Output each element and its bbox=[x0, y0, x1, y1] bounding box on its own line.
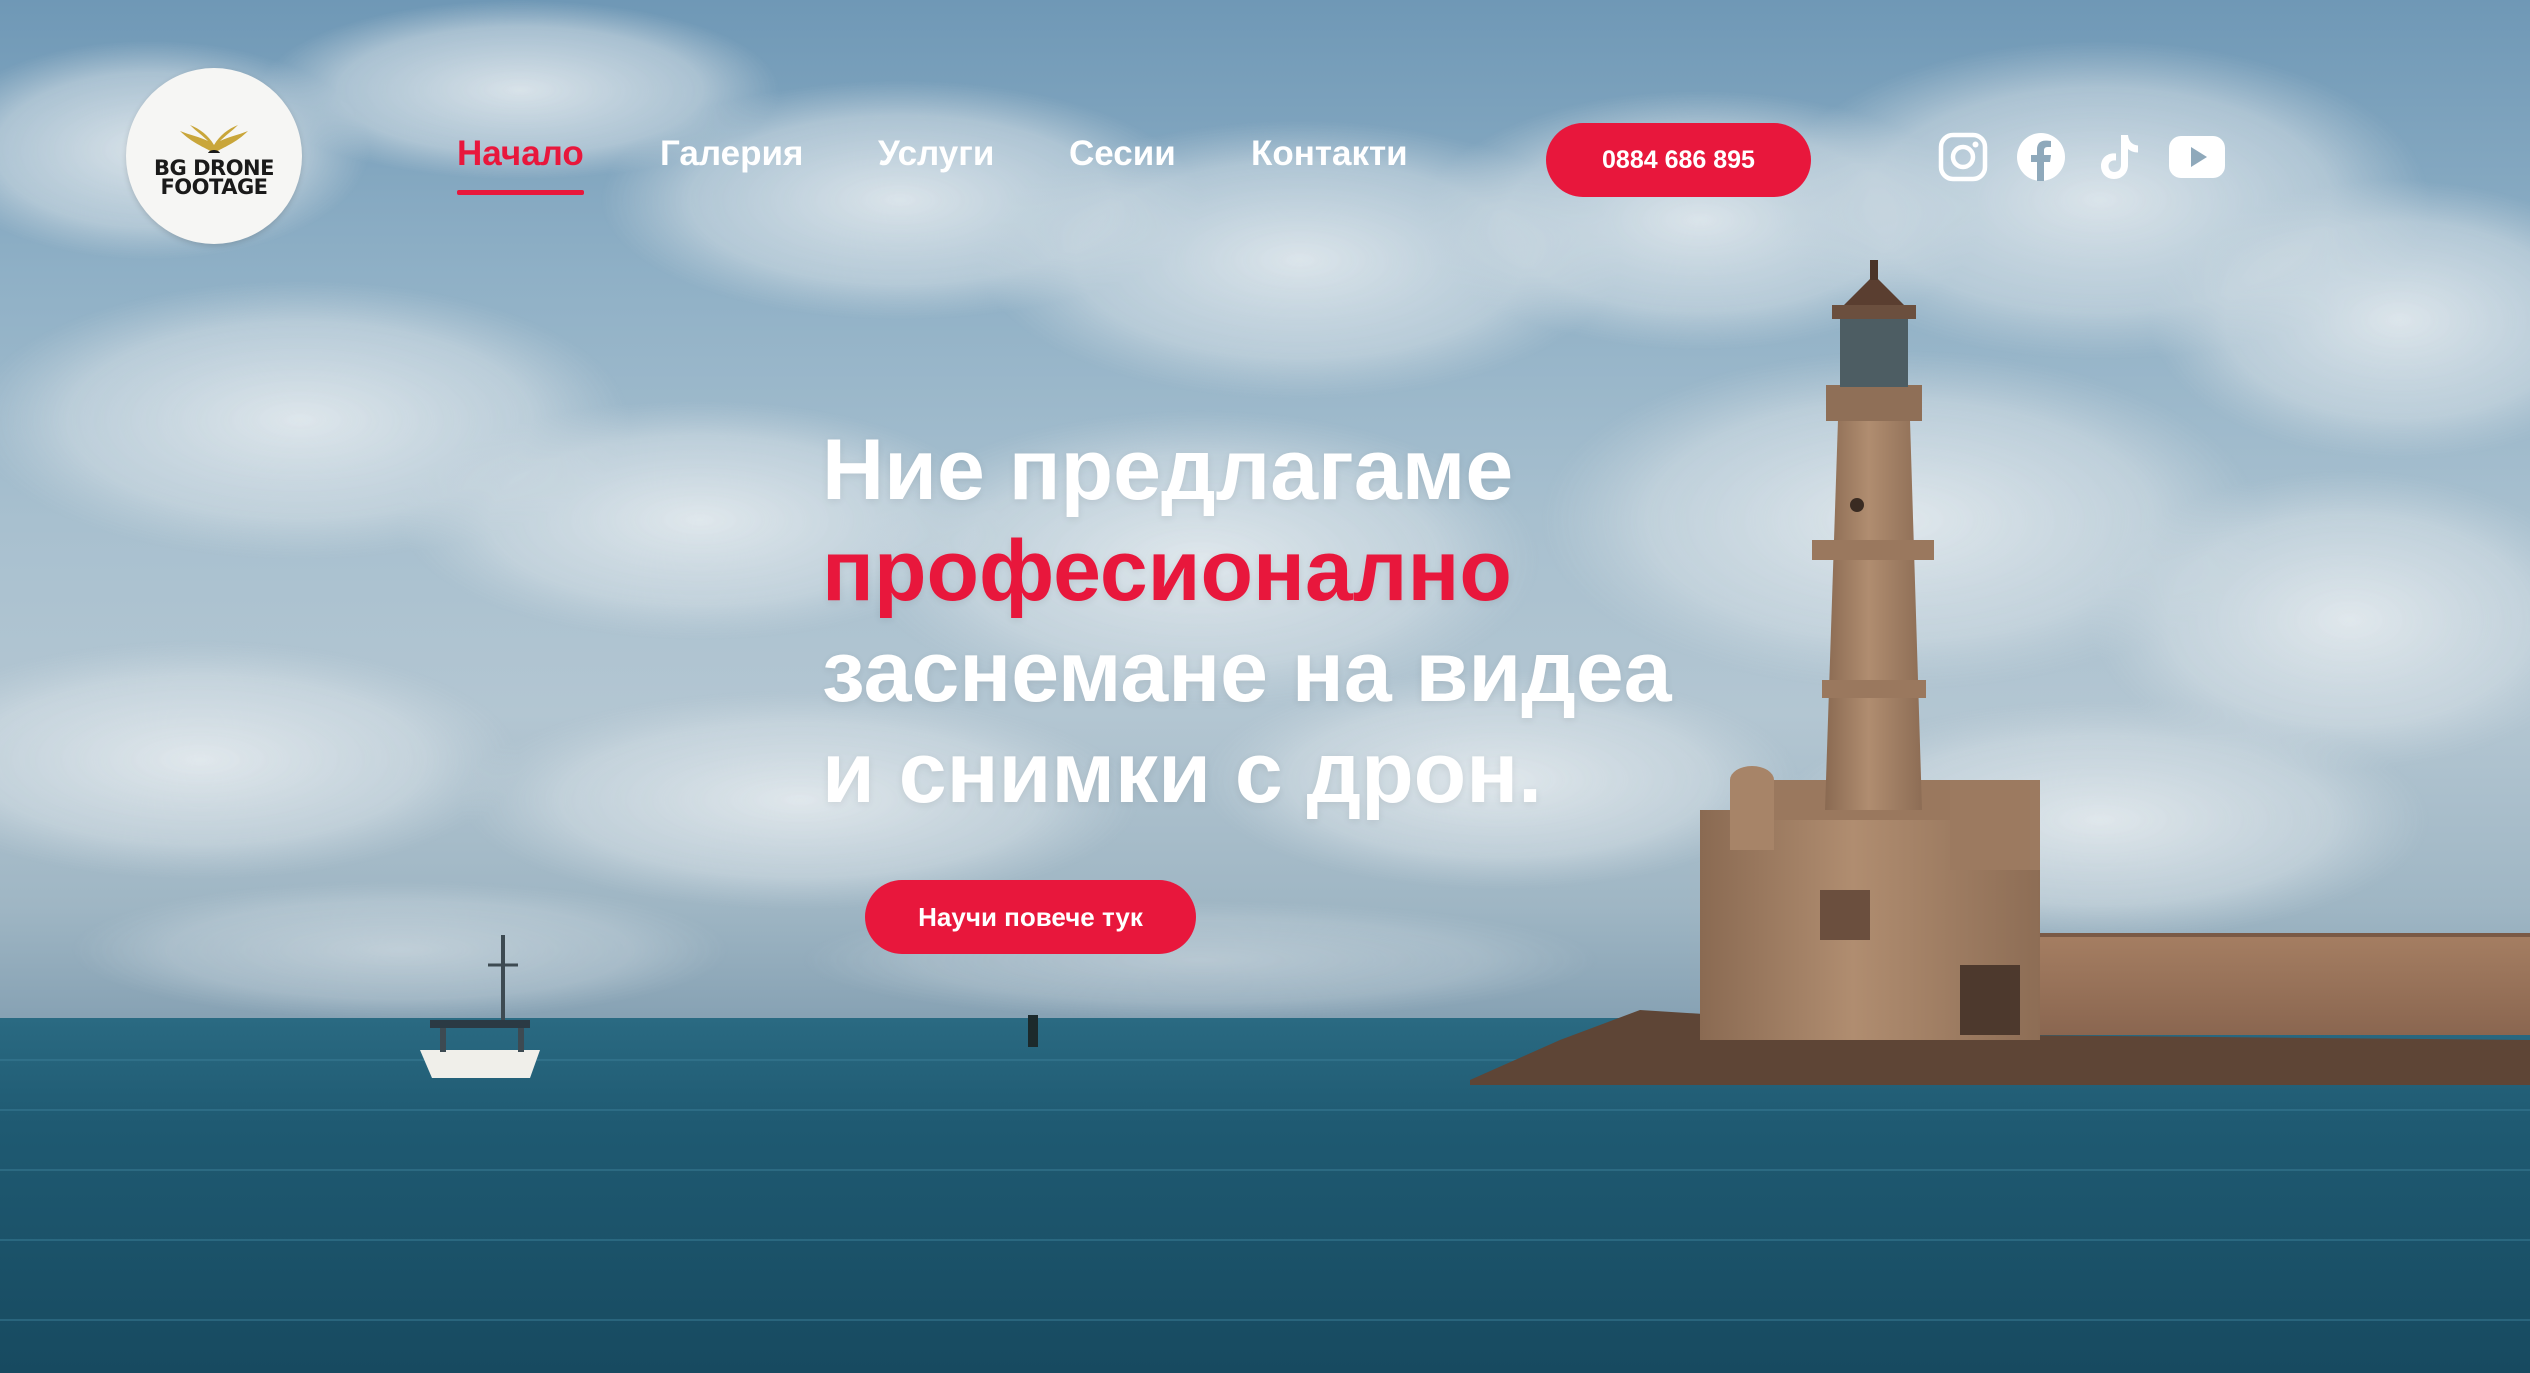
nav-item-label: Галерия bbox=[660, 134, 804, 173]
nav-item-gallery[interactable]: Галерия bbox=[660, 134, 803, 174]
facebook-icon[interactable] bbox=[2012, 128, 2070, 186]
phone-button[interactable]: 0884 686 895 bbox=[1546, 123, 1811, 197]
nav-item-label: Сесии bbox=[1069, 134, 1176, 173]
hero-section: BG DRONE FOOTAGE Начало Галерия Услуги С… bbox=[0, 0, 2530, 1373]
tiktok-icon[interactable] bbox=[2090, 128, 2148, 186]
wings-icon bbox=[180, 125, 248, 153]
nav-item-sessions[interactable]: Сесии bbox=[1069, 134, 1176, 174]
headline-line-2-highlight: професионално bbox=[822, 523, 1512, 619]
brand-logo[interactable]: BG DRONE FOOTAGE bbox=[126, 68, 302, 244]
active-indicator bbox=[457, 190, 584, 195]
hero-headline: Ние предлагаме професионално заснемане н… bbox=[822, 420, 1672, 824]
headline-line-3: заснемане на видеа bbox=[822, 624, 1672, 720]
nav-item-label: Услуги bbox=[878, 134, 995, 173]
nav-item-services[interactable]: Услуги bbox=[878, 134, 994, 174]
youtube-icon[interactable] bbox=[2168, 128, 2226, 186]
headline-line-1: Ние предлагаме bbox=[822, 422, 1514, 518]
nav-item-label: Контакти bbox=[1251, 134, 1408, 173]
instagram-icon[interactable] bbox=[1934, 128, 1992, 186]
learn-more-button[interactable]: Научи повече тук bbox=[865, 880, 1196, 954]
headline-line-4: и снимки с дрон. bbox=[822, 725, 1543, 821]
logo-text-line2: FOOTAGE bbox=[160, 175, 268, 199]
nav-item-contacts[interactable]: Контакти bbox=[1251, 134, 1408, 174]
nav-item-home[interactable]: Начало bbox=[457, 134, 584, 195]
nav-item-label: Начало bbox=[457, 134, 584, 173]
